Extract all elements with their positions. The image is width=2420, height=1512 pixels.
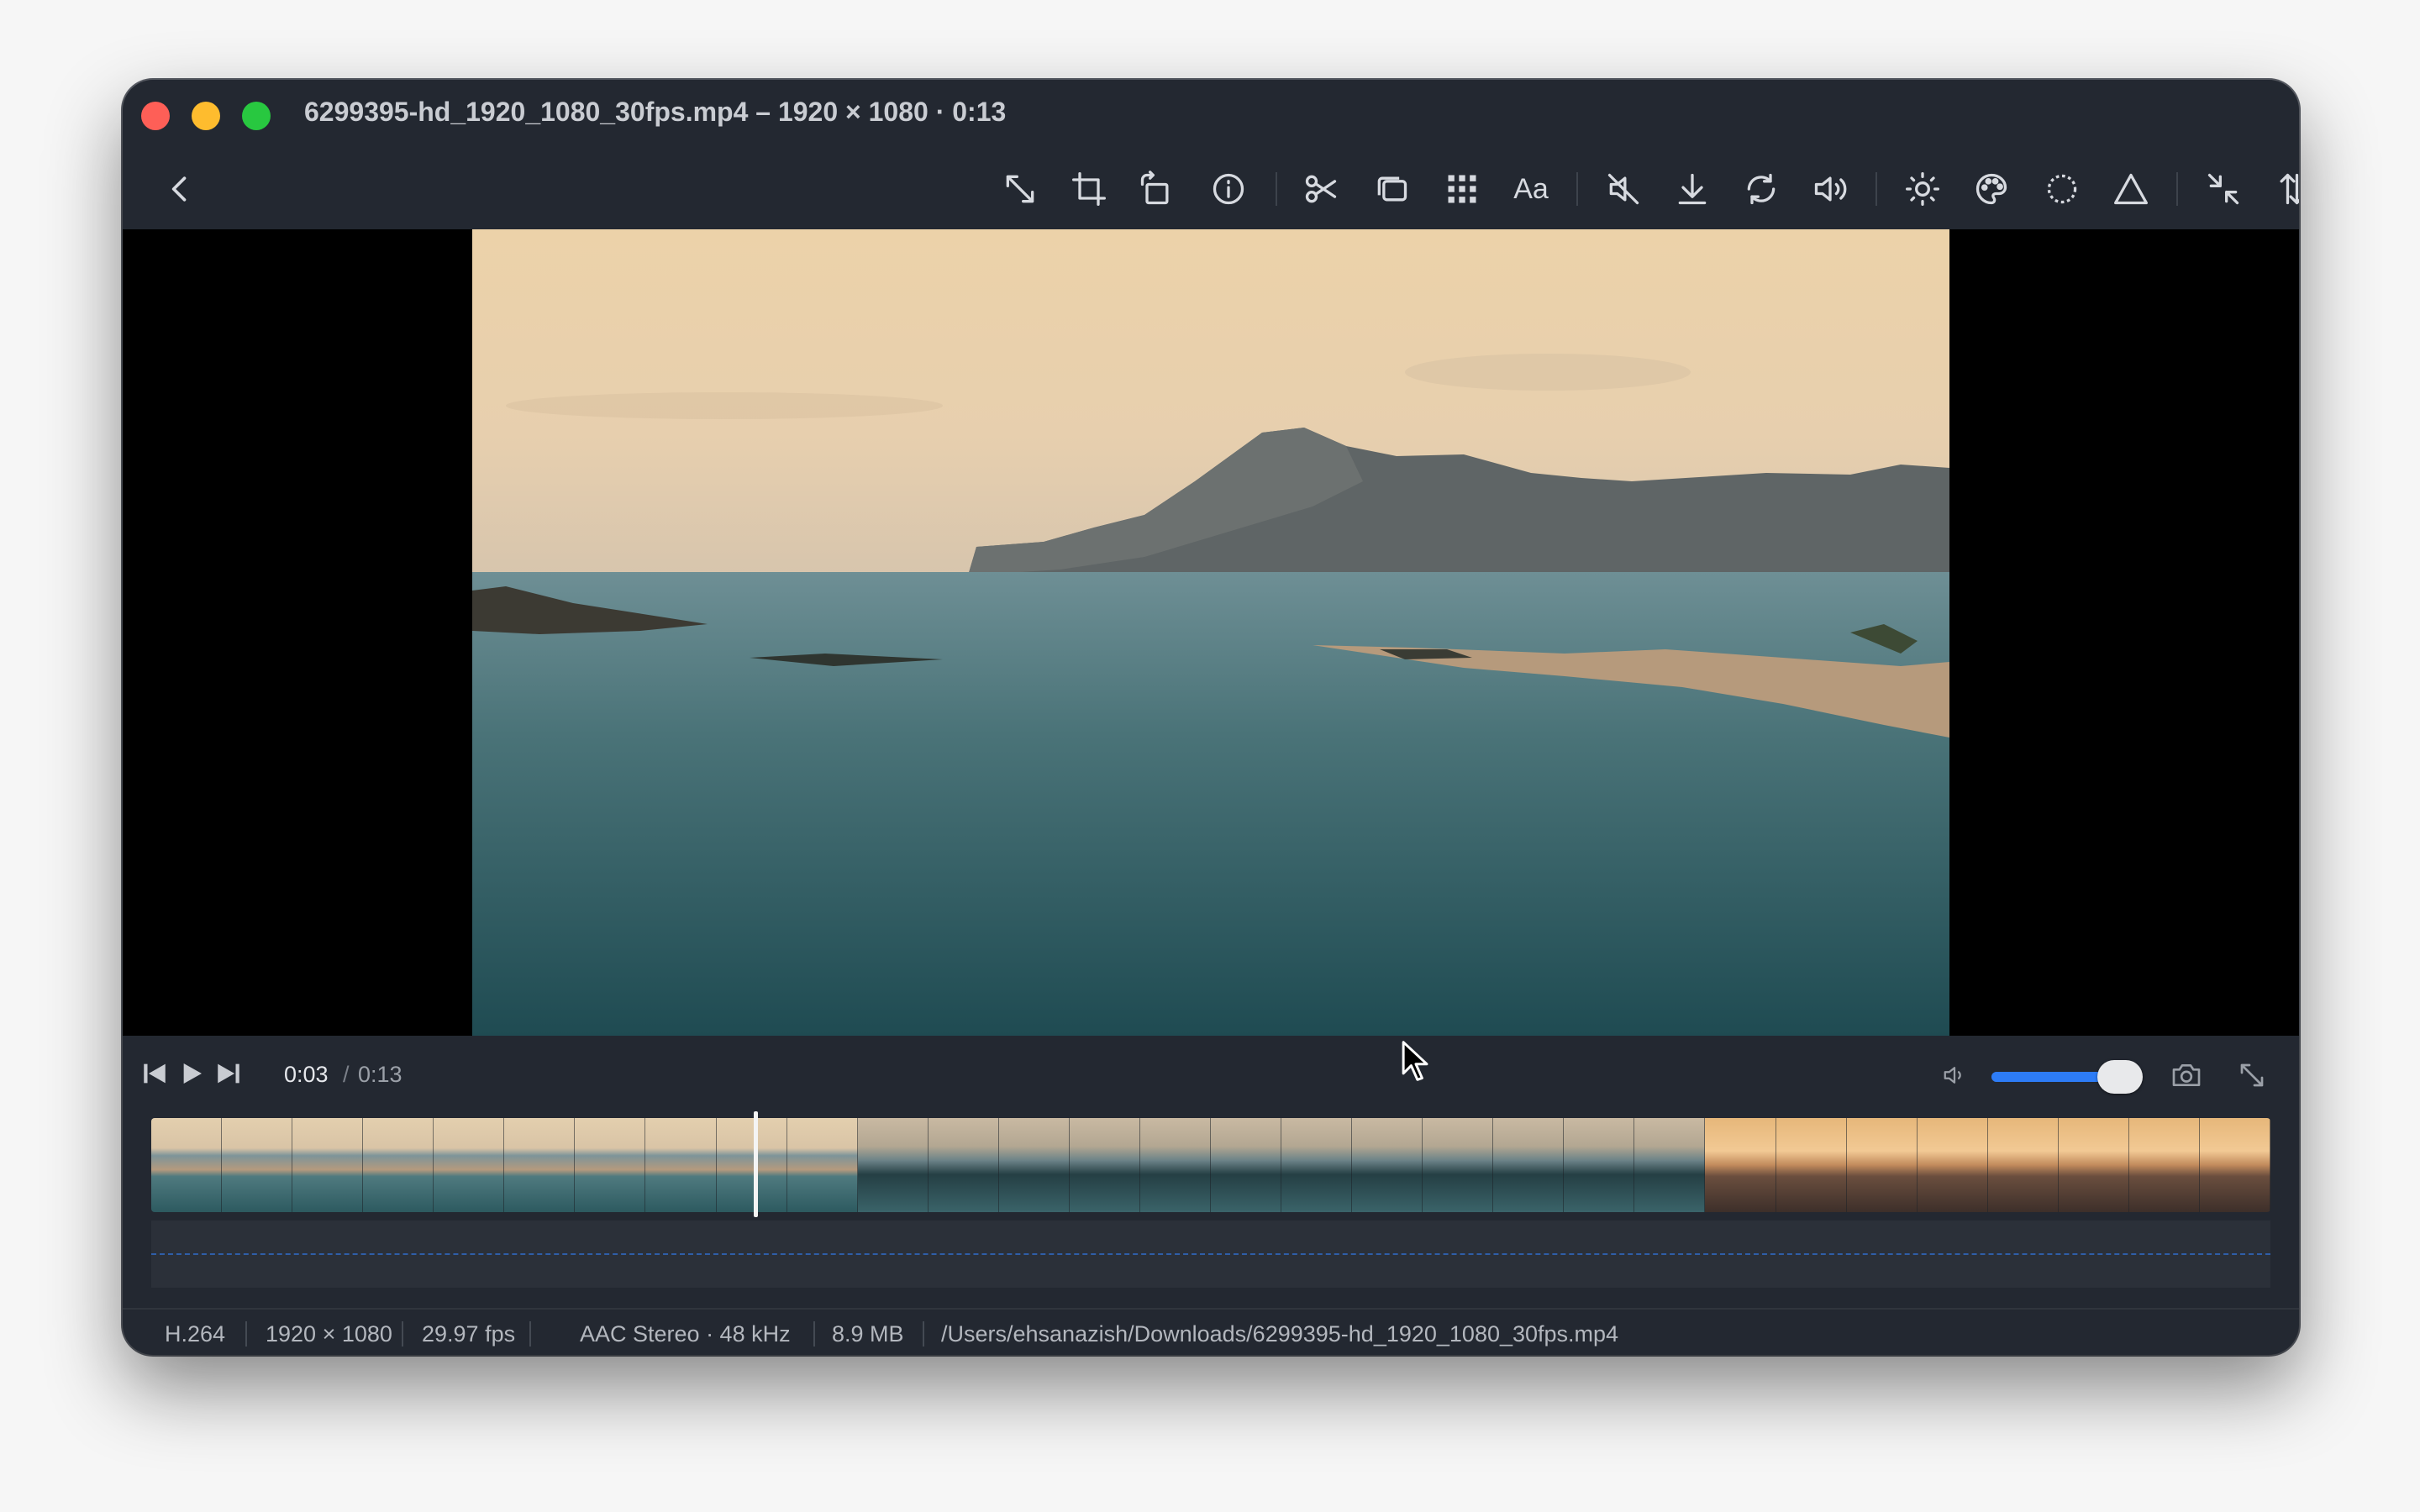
status-divider (402, 1321, 403, 1347)
filmstrip-thumbnail (1634, 1118, 1707, 1212)
loop-icon[interactable] (1738, 165, 1785, 213)
codec-label: H.264 (165, 1321, 226, 1347)
total-time: 0:13 (358, 1062, 402, 1087)
filmstrip-thumbnail (1069, 1118, 1141, 1212)
app-window: 6299395-hd_1920_1080_30fps.mp4 – 1920 × … (123, 80, 2299, 1355)
maximize-window-button[interactable] (242, 102, 271, 130)
mouse-cursor-icon (1402, 1041, 1428, 1081)
compress-icon[interactable] (2200, 165, 2247, 213)
title-bar: 6299395-hd_1920_1080_30fps.mp4 – 1920 × … (123, 80, 2299, 150)
sort-icon[interactable] (2269, 165, 2299, 213)
filmstrip-thumbnail (434, 1118, 506, 1212)
volume-slider-knob[interactable] (2097, 1060, 2143, 1094)
speaker-icon[interactable] (1938, 1058, 1971, 1092)
filmstrip-thumbnail (1352, 1118, 1424, 1212)
resize-icon[interactable] (997, 165, 1044, 213)
fps-label: 29.97 fps (422, 1321, 516, 1347)
grid-icon[interactable] (1439, 165, 1486, 213)
filesize-label: 8.9 MB (832, 1321, 904, 1347)
overlay-icon[interactable] (1368, 165, 1415, 213)
download-icon[interactable] (1669, 165, 1716, 213)
volume-icon[interactable] (1807, 165, 1854, 213)
filmstrip-thumbnail (1564, 1118, 1636, 1212)
filmstrip-thumbnail (716, 1118, 788, 1212)
status-divider (923, 1321, 924, 1347)
mute-icon[interactable] (1600, 165, 1647, 213)
back-icon[interactable] (156, 165, 203, 213)
info-icon[interactable] (1205, 165, 1252, 213)
crop-icon[interactable] (1065, 165, 1113, 213)
video-viewer[interactable] (123, 229, 2299, 1036)
minimize-window-button[interactable] (192, 102, 220, 130)
playhead[interactable] (754, 1111, 758, 1217)
toolbar-divider (2176, 172, 2178, 206)
audio-waveform-track[interactable] (151, 1221, 2270, 1288)
toolbar-divider (1576, 172, 1578, 206)
status-divider (813, 1321, 815, 1347)
filmstrip-thumbnail (292, 1118, 365, 1212)
filmstrip-thumbnail (504, 1118, 576, 1212)
scissors-icon[interactable] (1297, 165, 1344, 213)
filmstrip-thumbnail (928, 1118, 1000, 1212)
filmstrip-thumbnail (1987, 1118, 2060, 1212)
filmstrip-thumbnail (1281, 1118, 1354, 1212)
skip-forward-icon[interactable] (212, 1057, 245, 1090)
text-icon[interactable]: Aa (1507, 165, 1555, 213)
status-bar: H.264 1920 × 1080 29.97 fps AAC Stereo ·… (123, 1308, 2299, 1355)
filmstrip-thumbnail (363, 1118, 435, 1212)
volume-slider-fill (1991, 1072, 2103, 1082)
close-window-button[interactable] (141, 102, 170, 130)
filmstrip-thumbnail (1423, 1118, 1495, 1212)
video-frame[interactable] (472, 229, 1949, 1036)
filepath-label: /Users/ehsanazish/Downloads/6299395-hd_1… (941, 1321, 1619, 1347)
play-icon[interactable] (175, 1057, 208, 1090)
filmstrip-thumbnail (1211, 1118, 1283, 1212)
toolbar: Aa (123, 150, 2299, 224)
brightness-icon[interactable] (1899, 165, 1946, 213)
palette-icon[interactable] (1968, 165, 2015, 213)
filmstrip-thumbnail (998, 1118, 1071, 1212)
filmstrip-thumbnail (2199, 1118, 2270, 1212)
filmstrip-thumbnail (2058, 1118, 2130, 1212)
audio-label: AAC Stereo · 48 kHz (580, 1321, 791, 1347)
filmstrip-thumbnail (575, 1118, 647, 1212)
window-title: 6299395-hd_1920_1080_30fps.mp4 – 1920 × … (304, 97, 1007, 127)
status-divider (245, 1321, 247, 1347)
camera-icon[interactable] (2168, 1057, 2205, 1094)
filmstrip-thumbnail (1139, 1118, 1212, 1212)
rotate-icon[interactable] (1133, 165, 1180, 213)
filmstrip-thumbnail (1493, 1118, 1565, 1212)
filmstrip-thumbnail (786, 1118, 859, 1212)
filmstrip-thumbnail (1705, 1118, 1777, 1212)
filmstrip-thumbnail (222, 1118, 294, 1212)
triangle-icon[interactable] (2107, 165, 2154, 213)
time-separator: / (343, 1062, 350, 1087)
filmstrip-thumbnail (1846, 1118, 1918, 1212)
filmstrip-thumbnail (1917, 1118, 1989, 1212)
filmstrip-thumbnail (2128, 1118, 2201, 1212)
toolbar-divider (1276, 172, 1277, 206)
filmstrip-thumbnail (645, 1118, 718, 1212)
filmstrip-thumbnail (151, 1118, 224, 1212)
toolbar-divider (1876, 172, 1877, 206)
resolution-label: 1920 × 1080 (266, 1321, 392, 1347)
vignette-icon[interactable] (2039, 165, 2086, 213)
filmstrip-thumbnail (857, 1118, 929, 1212)
audio-waveform-line (151, 1253, 2270, 1256)
skip-back-icon[interactable] (138, 1057, 171, 1090)
current-time: 0:03 (284, 1062, 329, 1087)
timeline-filmstrip[interactable] (151, 1118, 2270, 1212)
status-divider (529, 1321, 531, 1347)
filmstrip-thumbnail (1776, 1118, 1848, 1212)
fullscreen-icon[interactable] (2233, 1057, 2270, 1094)
